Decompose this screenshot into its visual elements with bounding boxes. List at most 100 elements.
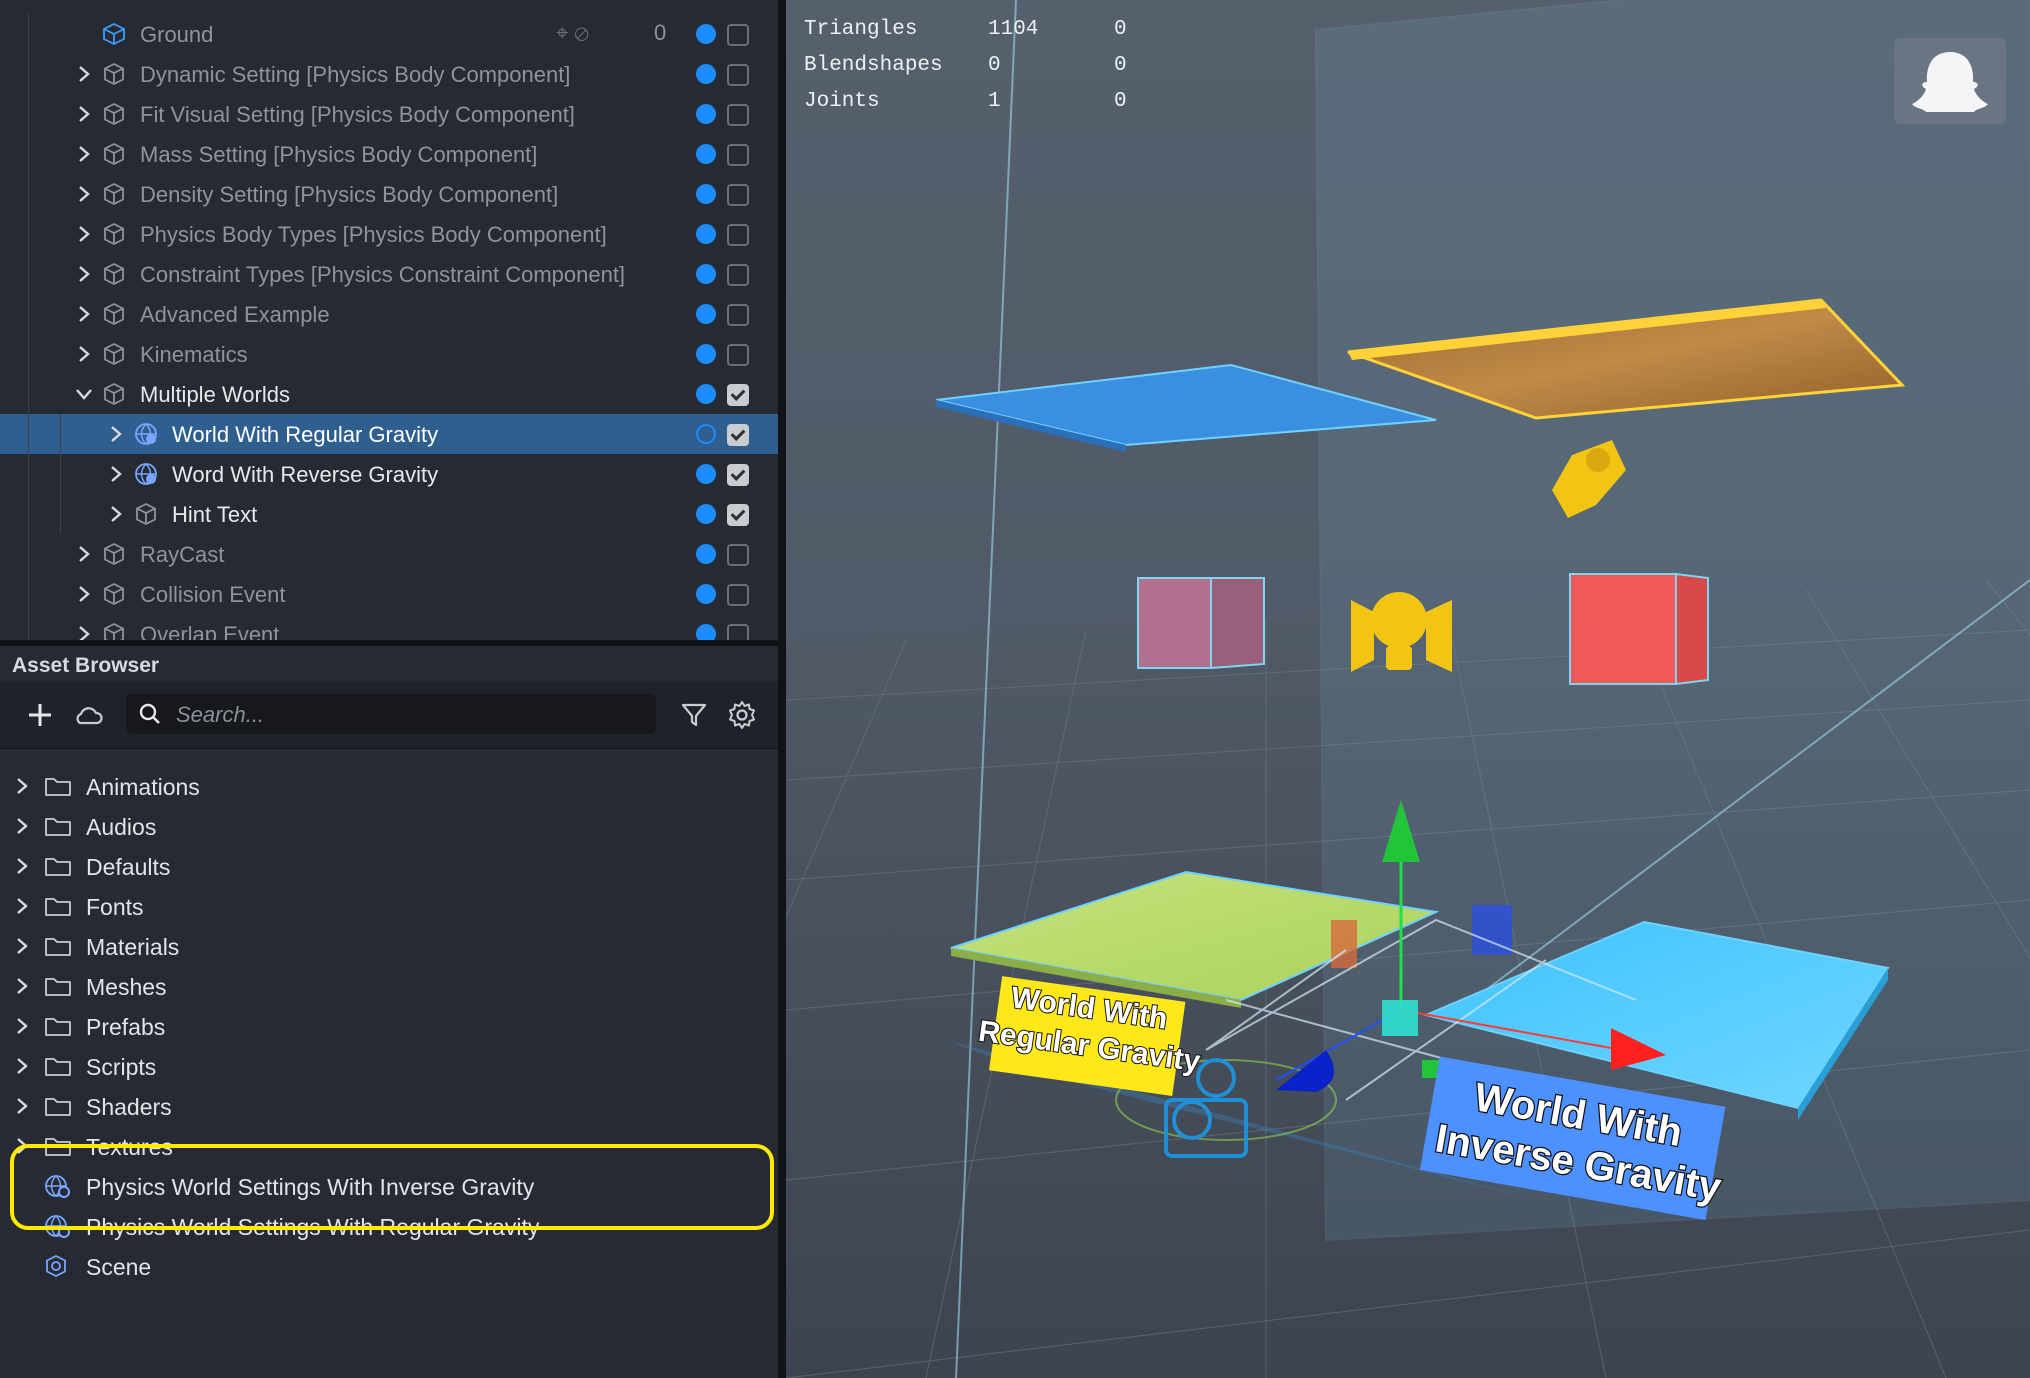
hierarchy-row[interactable]: Ground ⌖ ⊘ 0	[0, 14, 778, 54]
asset-item-prefabs[interactable]: Prefabs	[0, 1006, 778, 1046]
search-input[interactable]	[174, 698, 648, 732]
hierarchy-row[interactable]: Collision Event	[0, 574, 778, 614]
expand-arrow-icon[interactable]	[12, 1055, 32, 1077]
hierarchy-row[interactable]: Kinematics	[0, 334, 778, 374]
search-field[interactable]	[126, 694, 656, 734]
expand-arrow-icon[interactable]	[12, 895, 32, 917]
scene-object-icon	[134, 502, 158, 526]
enable-checkbox[interactable]	[727, 504, 749, 526]
visibility-dot[interactable]	[696, 344, 716, 364]
enable-checkbox[interactable]	[727, 264, 749, 286]
asset-item-shaders[interactable]: Shaders	[0, 1086, 778, 1126]
viewport-splitter[interactable]	[778, 0, 786, 1378]
hierarchy-row[interactable]: Fit Visual Setting [Physics Body Compone…	[0, 94, 778, 134]
expand-arrow-icon[interactable]	[74, 103, 94, 125]
expand-arrow-icon[interactable]	[12, 1015, 32, 1037]
expand-arrow-icon[interactable]	[74, 183, 94, 205]
visibility-dot[interactable]	[696, 24, 716, 44]
visibility-dot[interactable]	[696, 64, 716, 84]
enable-checkbox[interactable]	[727, 64, 749, 86]
hierarchy-row[interactable]: Advanced Example	[0, 294, 778, 334]
asset-item-scripts[interactable]: Scripts	[0, 1046, 778, 1086]
expand-arrow-icon[interactable]	[74, 383, 94, 405]
expand-arrow-icon[interactable]	[74, 343, 94, 365]
enable-checkbox[interactable]	[727, 384, 749, 406]
asset-browser-title: Asset Browser	[12, 654, 160, 677]
visibility-dot[interactable]	[696, 264, 716, 284]
hierarchy-row[interactable]: Density Setting [Physics Body Component]	[0, 174, 778, 214]
hierarchy-row[interactable]: Constraint Types [Physics Constraint Com…	[0, 254, 778, 294]
enable-checkbox[interactable]	[727, 344, 749, 366]
expand-arrow-icon[interactable]	[74, 63, 94, 85]
hierarchy-row[interactable]: Word With Reverse Gravity	[0, 454, 778, 494]
asset-item-meshes[interactable]: Meshes	[0, 966, 778, 1006]
filter-icon[interactable]	[678, 699, 710, 731]
visibility-dot[interactable]	[696, 504, 716, 524]
expand-arrow-icon[interactable]	[12, 855, 32, 877]
visibility-dot[interactable]	[696, 224, 716, 244]
enable-checkbox[interactable]	[727, 544, 749, 566]
enable-checkbox[interactable]	[727, 624, 749, 640]
asset-item-animations[interactable]: Animations	[0, 766, 778, 806]
visibility-dot[interactable]	[696, 184, 716, 204]
enable-checkbox[interactable]	[727, 144, 749, 166]
enable-checkbox[interactable]	[727, 104, 749, 126]
expand-arrow-icon[interactable]	[74, 303, 94, 325]
hierarchy-row[interactable]: RayCast	[0, 534, 778, 574]
visibility-dot[interactable]	[696, 424, 716, 444]
visibility-dot[interactable]	[696, 624, 716, 640]
visibility-dot[interactable]	[696, 464, 716, 484]
enable-checkbox[interactable]	[727, 304, 749, 326]
hierarchy-row[interactable]: World With Regular Gravity	[0, 414, 778, 454]
folder-icon	[44, 854, 72, 878]
asset-item-label: Shaders	[86, 1094, 172, 1120]
expand-arrow-icon[interactable]	[12, 1095, 32, 1117]
expand-arrow-icon[interactable]	[74, 543, 94, 565]
enable-checkbox[interactable]	[727, 184, 749, 206]
hierarchy-row[interactable]: Hint Text	[0, 494, 778, 534]
enable-checkbox[interactable]	[727, 24, 749, 46]
scene-object-icon	[102, 262, 126, 286]
asset-browser-panel: Asset Browser Animatio	[0, 646, 778, 1378]
folder-icon	[44, 1014, 72, 1038]
asset-item-audios[interactable]: Audios	[0, 806, 778, 846]
visibility-dot[interactable]	[696, 584, 716, 604]
hierarchy-row[interactable]: Mass Setting [Physics Body Component]	[0, 134, 778, 174]
expand-arrow-icon[interactable]	[12, 975, 32, 997]
expand-arrow-icon[interactable]	[106, 423, 126, 445]
expand-arrow-icon[interactable]	[106, 503, 126, 525]
expand-arrow-icon[interactable]	[12, 935, 32, 957]
enable-checkbox[interactable]	[727, 424, 749, 446]
asset-item-fonts[interactable]: Fonts	[0, 886, 778, 926]
expand-arrow-icon[interactable]	[12, 815, 32, 837]
hierarchy-row[interactable]: Dynamic Setting [Physics Body Component]	[0, 54, 778, 94]
expand-arrow-icon[interactable]	[74, 583, 94, 605]
visibility-dot[interactable]	[696, 104, 716, 124]
expand-arrow-icon[interactable]	[74, 623, 94, 640]
asset-item-defaults[interactable]: Defaults	[0, 846, 778, 886]
visibility-dot[interactable]	[696, 304, 716, 324]
scene-viewport[interactable]: World With Regular Gravity World With In…	[786, 0, 2030, 1378]
cloud-icon[interactable]	[72, 699, 104, 731]
visibility-dot[interactable]	[696, 544, 716, 564]
enable-checkbox[interactable]	[727, 584, 749, 606]
expand-arrow-icon[interactable]	[74, 143, 94, 165]
expand-arrow-icon[interactable]	[12, 775, 32, 797]
layer-icons: ⌖ ⊘	[556, 20, 589, 45]
add-icon[interactable]	[24, 699, 56, 731]
expand-arrow-icon[interactable]	[106, 463, 126, 485]
asset-item-materials[interactable]: Materials	[0, 926, 778, 966]
hierarchy-row[interactable]: Overlap Event	[0, 614, 778, 640]
enable-checkbox[interactable]	[727, 464, 749, 486]
enable-checkbox[interactable]	[727, 224, 749, 246]
expand-arrow-icon[interactable]	[74, 223, 94, 245]
gear-icon[interactable]	[726, 699, 758, 731]
asset-item-scene[interactable]: Scene	[0, 1246, 778, 1286]
hierarchy-row-label: Hint Text	[172, 502, 258, 527]
visibility-dot[interactable]	[696, 384, 716, 404]
visibility-dot[interactable]	[696, 144, 716, 164]
expand-arrow-icon[interactable]	[74, 263, 94, 285]
hierarchy-row[interactable]: Physics Body Types [Physics Body Compone…	[0, 214, 778, 254]
hierarchy-row[interactable]: Multiple Worlds	[0, 374, 778, 414]
folder-icon	[44, 774, 72, 798]
